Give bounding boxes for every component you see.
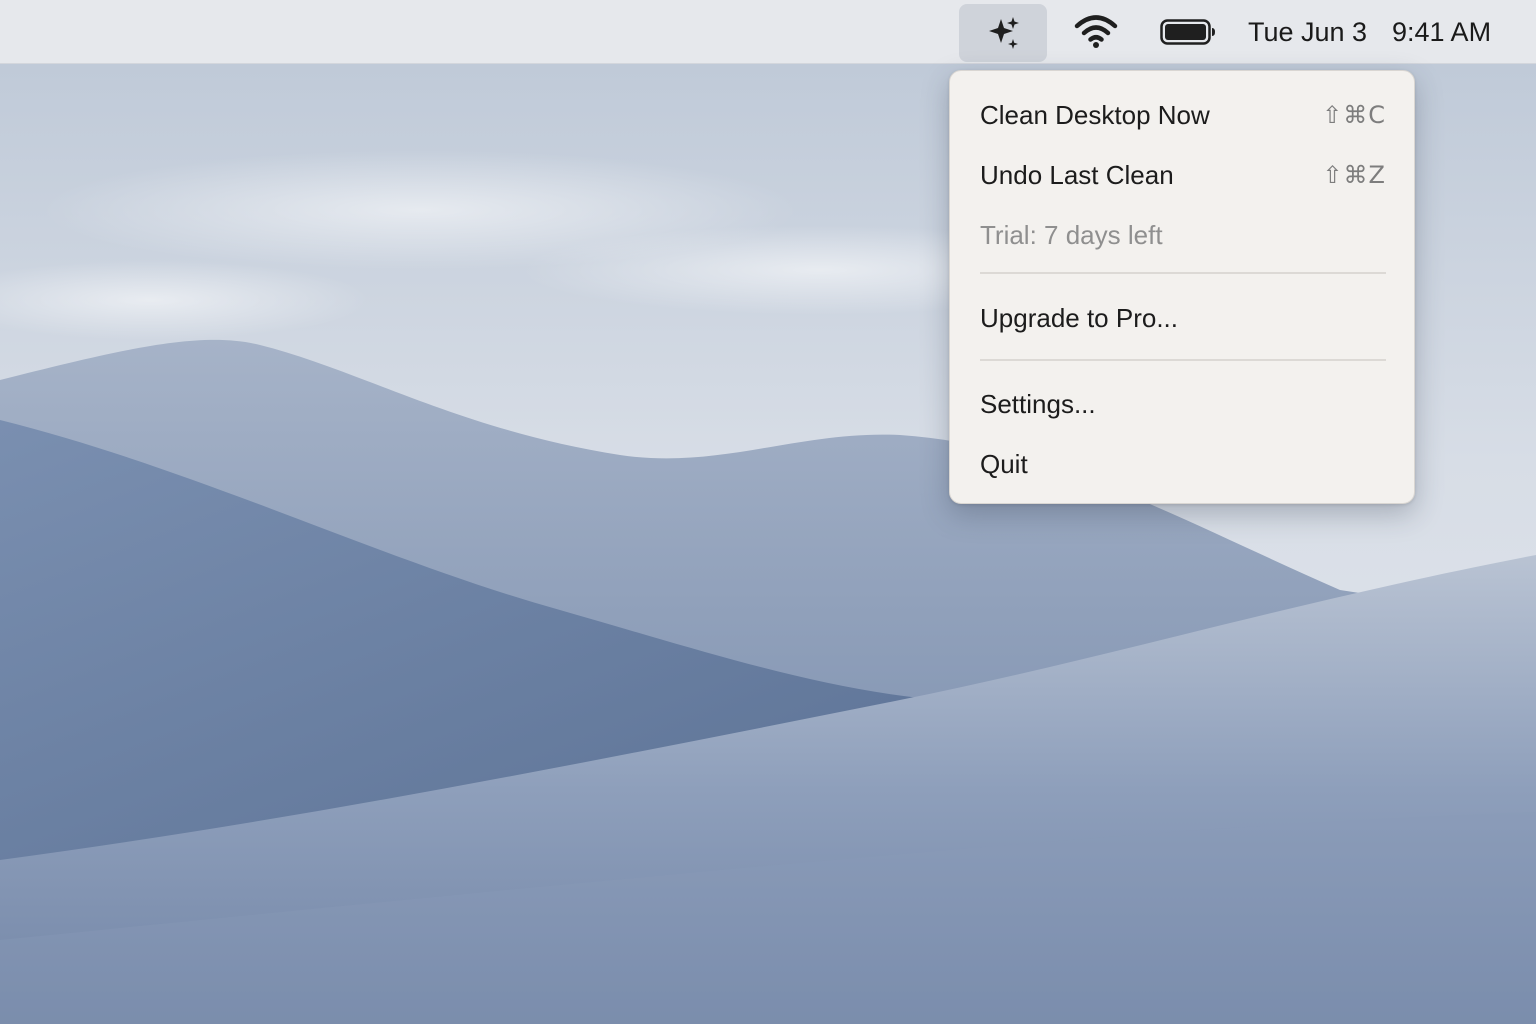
app-dropdown-menu: Clean Desktop Now ⇧⌘C Undo Last Clean ⇧⌘… [949, 70, 1415, 504]
menu-item-clean-desktop-now[interactable]: Clean Desktop Now ⇧⌘C [950, 87, 1414, 143]
clock-time[interactable]: 9:41 AM [1392, 0, 1504, 64]
trial-status-label: Trial: 7 days left [980, 219, 1163, 250]
menu-item-quit[interactable]: Quit [950, 436, 1414, 492]
clock-date[interactable]: Tue Jun 3 [1248, 0, 1376, 64]
battery-icon[interactable] [1158, 0, 1218, 64]
menu-item-trial-status: Trial: 7 days left [950, 207, 1414, 263]
menu-item-label: Upgrade to Pro... [980, 302, 1178, 333]
sparkles-icon-glyph [989, 17, 1019, 49]
menu-item-shortcut: ⇧⌘Z [1322, 161, 1386, 189]
menu-item-label: Settings... [980, 388, 1096, 419]
menu-item-upgrade-to-pro[interactable]: Upgrade to Pro... [950, 290, 1414, 346]
desktop-screen: Tue Jun 3 9:41 AM Clean Desktop Now ⇧⌘C … [0, 0, 1536, 1024]
menu-bar: Tue Jun 3 9:41 AM [0, 0, 1536, 64]
menu-item-label: Undo Last Clean [980, 159, 1174, 190]
menu-item-label: Clean Desktop Now [980, 99, 1210, 130]
sparkles-icon[interactable] [959, 4, 1047, 62]
menu-item-label: Quit [980, 448, 1028, 479]
wifi-icon[interactable] [1072, 0, 1120, 64]
menu-separator [980, 272, 1386, 274]
menu-separator [980, 359, 1386, 361]
menu-item-undo-last-clean[interactable]: Undo Last Clean ⇧⌘Z [950, 147, 1414, 203]
menu-item-settings[interactable]: Settings... [950, 376, 1414, 432]
menu-item-shortcut: ⇧⌘C [1322, 101, 1386, 129]
